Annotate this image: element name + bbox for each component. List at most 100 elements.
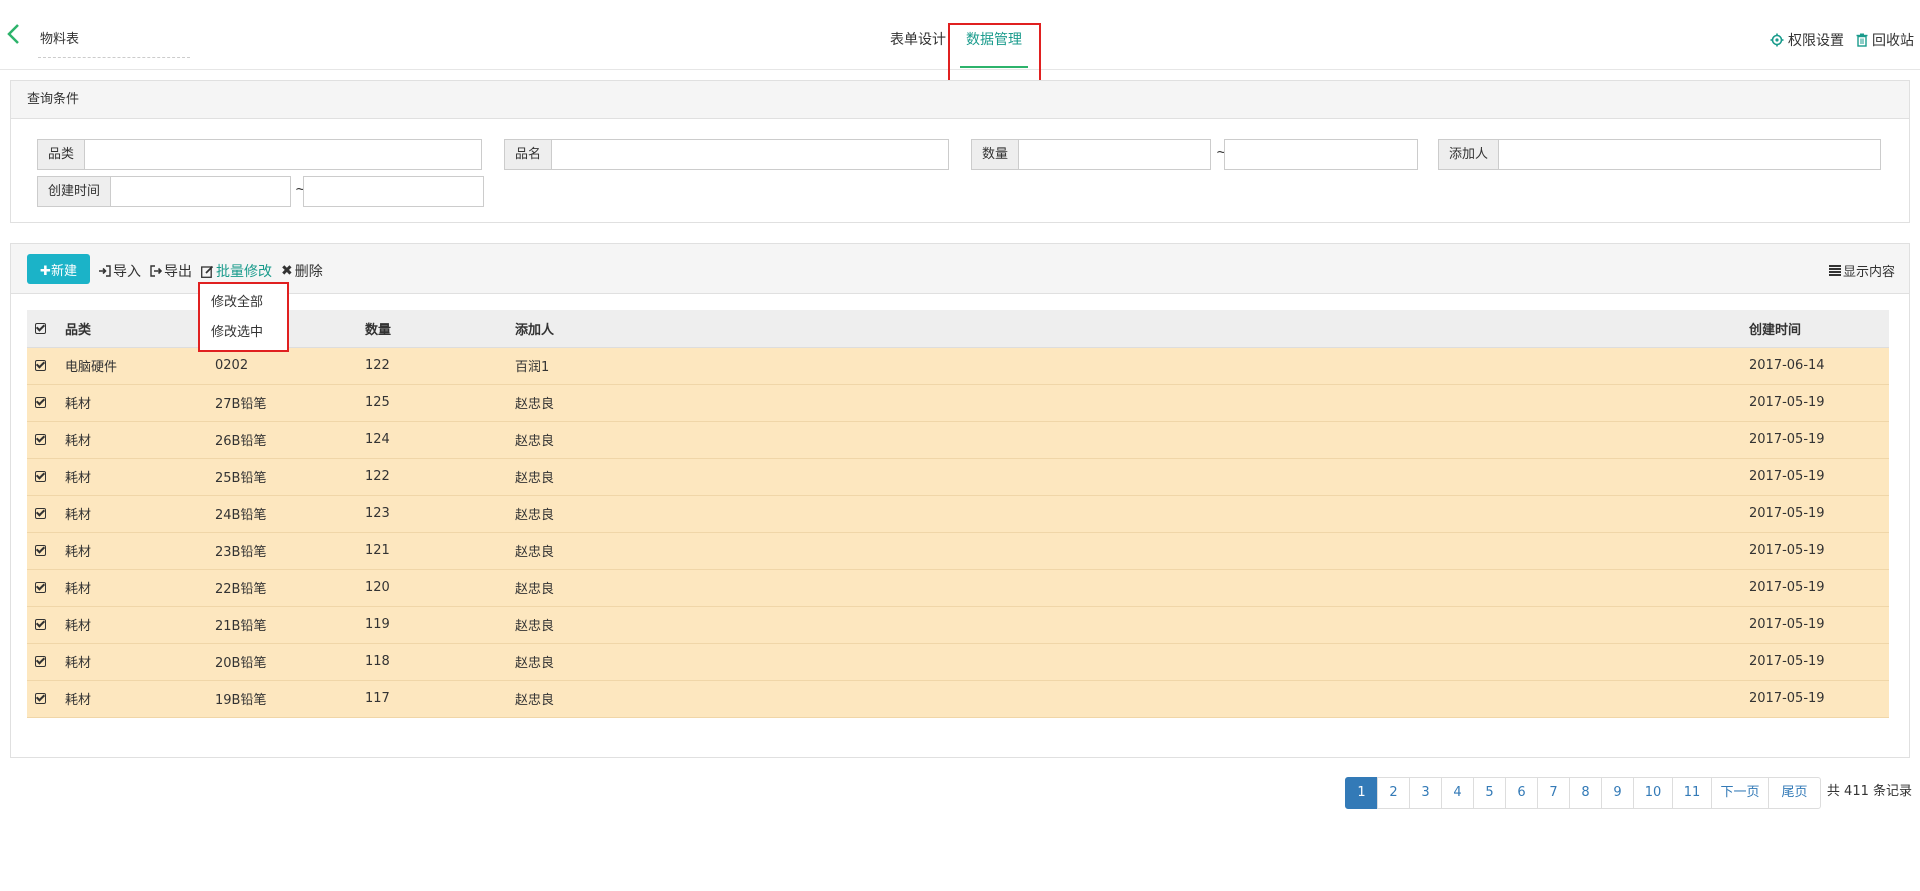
cell-category: 耗材 xyxy=(65,458,215,496)
cell-name: 21B铅笔 xyxy=(215,606,365,644)
permission-settings-link[interactable]: 权限设置 xyxy=(1770,30,1844,50)
batch-edit-button[interactable]: 批量修改 xyxy=(201,261,272,281)
cell-name: 23B铅笔 xyxy=(215,532,365,570)
name-input[interactable] xyxy=(551,139,950,170)
quantity-from-input[interactable] xyxy=(1018,139,1212,170)
page-8[interactable]: 8 xyxy=(1569,777,1602,809)
import-button[interactable]: 导入 xyxy=(99,261,141,281)
cell-category: 耗材 xyxy=(65,569,215,607)
page-7[interactable]: 7 xyxy=(1537,777,1570,809)
row-checkbox[interactable] xyxy=(27,532,65,570)
page-3[interactable]: 3 xyxy=(1409,777,1442,809)
cell-quantity: 122 xyxy=(365,347,515,385)
category-input[interactable] xyxy=(84,139,483,170)
cell-created-time: 2017-05-19 xyxy=(1749,384,1889,422)
table-row[interactable]: 耗材 25B铅笔 122 赵忠良 2017-05-19 xyxy=(27,458,1889,496)
table-row[interactable]: 耗材 24B铅笔 123 赵忠良 2017-05-19 xyxy=(27,495,1889,533)
cell-name: 25B铅笔 xyxy=(215,458,365,496)
delete-button[interactable]: ✖ 删除 xyxy=(281,261,323,281)
cell-created-time: 2017-05-19 xyxy=(1749,569,1889,607)
row-checkbox[interactable] xyxy=(27,347,65,385)
column-header-created-time[interactable]: 创建时间 xyxy=(1749,310,1889,348)
checkbox-checked-icon xyxy=(35,545,46,556)
table-row[interactable]: 耗材 19B铅笔 117 赵忠良 2017-05-19 xyxy=(27,680,1889,718)
row-checkbox[interactable] xyxy=(27,421,65,459)
row-checkbox[interactable] xyxy=(27,495,65,533)
next-page-button[interactable]: 下一页 xyxy=(1711,777,1769,809)
quantity-to-input[interactable] xyxy=(1224,139,1418,170)
checkbox-checked-icon xyxy=(35,322,46,334)
added-by-filter: 添加人 xyxy=(1438,139,1882,170)
cell-added-by: 百润1 xyxy=(515,347,1749,385)
page-11[interactable]: 11 xyxy=(1672,777,1712,809)
recycle-bin-label: 回收站 xyxy=(1872,33,1914,49)
permission-settings-label: 权限设置 xyxy=(1788,33,1844,49)
tab-data-management[interactable]: 数据管理 xyxy=(956,0,1032,70)
table-row[interactable]: 耗材 23B铅笔 121 赵忠良 2017-05-19 xyxy=(27,532,1889,570)
cell-added-by: 赵忠良 xyxy=(515,458,1749,496)
added-by-input[interactable] xyxy=(1498,139,1882,170)
created-time-label: 创建时间 xyxy=(37,176,111,207)
page-5[interactable]: 5 xyxy=(1473,777,1506,809)
row-checkbox[interactable] xyxy=(27,384,65,422)
cell-name: 26B铅笔 xyxy=(215,421,365,459)
menu-item-edit-all[interactable]: 修改全部 xyxy=(200,288,287,318)
gear-icon xyxy=(1770,33,1784,47)
table-row[interactable]: 耗材 27B铅笔 125 赵忠良 2017-05-19 xyxy=(27,384,1889,422)
select-all-checkbox[interactable] xyxy=(27,310,65,348)
row-checkbox[interactable] xyxy=(27,680,65,718)
chevron-left-icon xyxy=(7,24,19,44)
row-checkbox[interactable] xyxy=(27,606,65,644)
checkbox-checked-icon xyxy=(35,656,46,667)
back-button[interactable] xyxy=(4,22,32,56)
cell-name: 0202 xyxy=(215,347,365,385)
row-checkbox[interactable] xyxy=(27,643,65,681)
page-6[interactable]: 6 xyxy=(1505,777,1538,809)
cell-added-by: 赵忠良 xyxy=(515,569,1749,607)
quantity-label: 数量 xyxy=(971,139,1019,170)
cell-added-by: 赵忠良 xyxy=(515,495,1749,533)
row-checkbox[interactable] xyxy=(27,458,65,496)
cell-created-time: 2017-05-19 xyxy=(1749,458,1889,496)
new-button[interactable]: ✚新建 xyxy=(27,254,90,284)
menu-item-edit-selected[interactable]: 修改选中 xyxy=(200,318,287,348)
created-time-from-input[interactable] xyxy=(110,176,292,207)
table-row[interactable]: 耗材 21B铅笔 119 赵忠良 2017-05-19 xyxy=(27,606,1889,644)
cell-added-by: 赵忠良 xyxy=(515,384,1749,422)
column-header-added-by[interactable]: 添加人 xyxy=(515,310,1749,348)
name-label: 品名 xyxy=(504,139,552,170)
column-header-category[interactable]: 品类 xyxy=(65,310,215,348)
table-row[interactable]: 耗材 26B铅笔 124 赵忠良 2017-05-19 xyxy=(27,421,1889,459)
cell-category: 耗材 xyxy=(65,680,215,718)
table-row[interactable]: 耗材 20B铅笔 118 赵忠良 2017-05-19 xyxy=(27,643,1889,681)
page-1[interactable]: 1 xyxy=(1345,777,1378,809)
show-content-button[interactable]: 显示内容 xyxy=(1828,261,1895,280)
cell-category: 耗材 xyxy=(65,495,215,533)
recycle-bin-link[interactable]: 回收站 xyxy=(1856,30,1914,50)
query-panel-title: 查询条件 xyxy=(11,81,1909,119)
cell-name: 20B铅笔 xyxy=(215,643,365,681)
tab-form-design[interactable]: 表单设计 xyxy=(880,0,956,70)
cell-quantity: 125 xyxy=(365,384,515,422)
table-row[interactable]: 电脑硬件 0202 122 百润1 2017-06-14 xyxy=(27,347,1889,385)
form-title[interactable]: 物料表 xyxy=(38,28,190,58)
column-header-quantity[interactable]: 数量 xyxy=(365,310,515,348)
row-checkbox[interactable] xyxy=(27,569,65,607)
import-label: 导入 xyxy=(113,264,141,280)
cell-category: 耗材 xyxy=(65,606,215,644)
page-10[interactable]: 10 xyxy=(1633,777,1673,809)
created-time-to-input[interactable] xyxy=(303,176,484,207)
page-9[interactable]: 9 xyxy=(1601,777,1634,809)
page-2[interactable]: 2 xyxy=(1377,777,1410,809)
data-panel: ✚新建 导入 导出 批量修改 ✖ 删除 显示内容 品类 数量 添加人 创建时间 … xyxy=(10,243,1910,758)
checkbox-checked-icon xyxy=(35,471,46,482)
plus-icon: ✚ xyxy=(40,263,51,279)
created-time-filter: 创建时间 xyxy=(37,176,292,207)
last-page-button[interactable]: 尾页 xyxy=(1768,777,1821,809)
show-content-label: 显示内容 xyxy=(1842,265,1895,280)
table-row[interactable]: 耗材 22B铅笔 120 赵忠良 2017-05-19 xyxy=(27,569,1889,607)
cell-quantity: 117 xyxy=(365,680,515,718)
page-4[interactable]: 4 xyxy=(1441,777,1474,809)
checkbox-checked-icon xyxy=(35,582,46,593)
export-button[interactable]: 导出 xyxy=(150,261,192,281)
